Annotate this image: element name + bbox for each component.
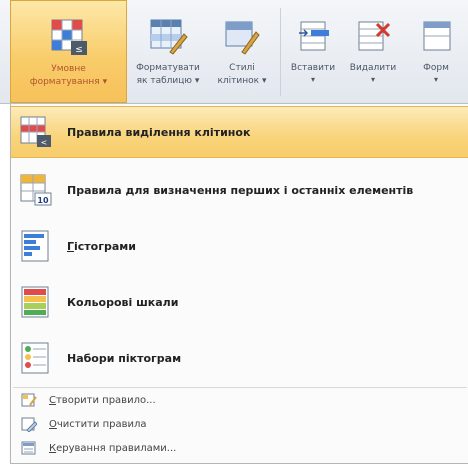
ribbon-label: Видалити — [349, 63, 397, 73]
dropdown-arrow-icon: ▾ — [370, 75, 375, 84]
menu-item-top-bottom-rules[interactable]: 10 Правила для визначення перших і остан… — [11, 164, 468, 216]
menu-item-label: Кольорові шкали — [67, 295, 179, 309]
insert-button[interactable]: Вставити ▾ — [284, 0, 342, 103]
ribbon: ≤ Умовне форматування ▾ Форматувати як т… — [0, 0, 468, 104]
menu-item-label: Створити правило... — [49, 394, 156, 406]
svg-text:10: 10 — [37, 196, 49, 205]
new-rule-icon — [21, 393, 37, 407]
conditional-formatting-button[interactable]: ≤ Умовне форматування ▾ — [10, 0, 127, 103]
format-cells-icon — [416, 16, 456, 56]
manage-rules-icon — [21, 441, 36, 455]
format-as-table-icon — [148, 16, 188, 56]
clear-rules-icon — [21, 417, 37, 432]
menu-item-manage-rules[interactable]: Керування правилами... — [11, 437, 468, 459]
ribbon-label: Форматувати — [136, 63, 200, 73]
format-as-table-button[interactable]: Форматувати як таблицю ▾ — [128, 0, 208, 103]
menu-item-icon-sets[interactable]: Набори піктограм — [11, 332, 468, 384]
insert-cells-icon — [293, 16, 333, 56]
menu-item-label: Правила для визначення перших і останніх… — [67, 183, 414, 197]
menu-item-clear-rules[interactable]: Очистити правила — [11, 413, 468, 435]
menu-item-label: Очистити правила — [49, 418, 147, 430]
conditional-formatting-icon: ≤ — [49, 17, 89, 57]
dropdown-arrow-icon: ▾ — [310, 75, 315, 84]
ribbon-label: форматування ▾ — [29, 77, 108, 87]
menu-item-new-rule[interactable]: Створити правило... — [11, 389, 468, 411]
menu-item-label: Правила виділення клітинок — [67, 125, 251, 139]
data-bars-icon — [19, 229, 53, 263]
conditional-formatting-menu: < Правила виділення клітинок 10 Правила … — [10, 104, 468, 464]
menu-item-label: Керування правилами... — [49, 442, 177, 454]
delete-button[interactable]: Видалити ▾ — [344, 0, 402, 103]
menu-item-label: Гістограми — [67, 239, 136, 253]
ribbon-label: Стилі — [229, 63, 255, 73]
menu-divider — [13, 387, 467, 388]
ribbon-label: Вставити — [290, 63, 336, 73]
ribbon-label: Форм — [423, 63, 449, 73]
menu-item-highlight-cells-rules[interactable]: < Правила виділення клітинок — [11, 106, 468, 158]
delete-cells-icon — [353, 16, 393, 56]
cell-styles-icon — [222, 16, 262, 56]
format-button[interactable]: Форм ▾ — [404, 0, 468, 103]
menu-item-label: Набори піктограм — [67, 351, 182, 365]
svg-text:<: < — [41, 138, 48, 147]
color-scales-icon — [19, 285, 53, 319]
ribbon-label: клітинок ▾ — [217, 76, 267, 86]
svg-text:≤: ≤ — [75, 45, 83, 55]
menu-item-data-bars[interactable]: Гістограми — [11, 220, 468, 272]
dropdown-arrow-icon: ▾ — [433, 75, 438, 84]
highlight-cells-rules-icon: < — [19, 115, 53, 149]
ribbon-label: як таблицю ▾ — [136, 76, 200, 86]
cell-styles-button[interactable]: Стилі клітинок ▾ — [210, 0, 274, 103]
top-bottom-rules-icon: 10 — [19, 173, 53, 207]
ribbon-separator — [280, 8, 281, 96]
icon-sets-icon — [19, 341, 53, 375]
menu-item-color-scales[interactable]: Кольорові шкали — [11, 276, 468, 328]
ribbon-label: Умовне — [51, 64, 86, 74]
